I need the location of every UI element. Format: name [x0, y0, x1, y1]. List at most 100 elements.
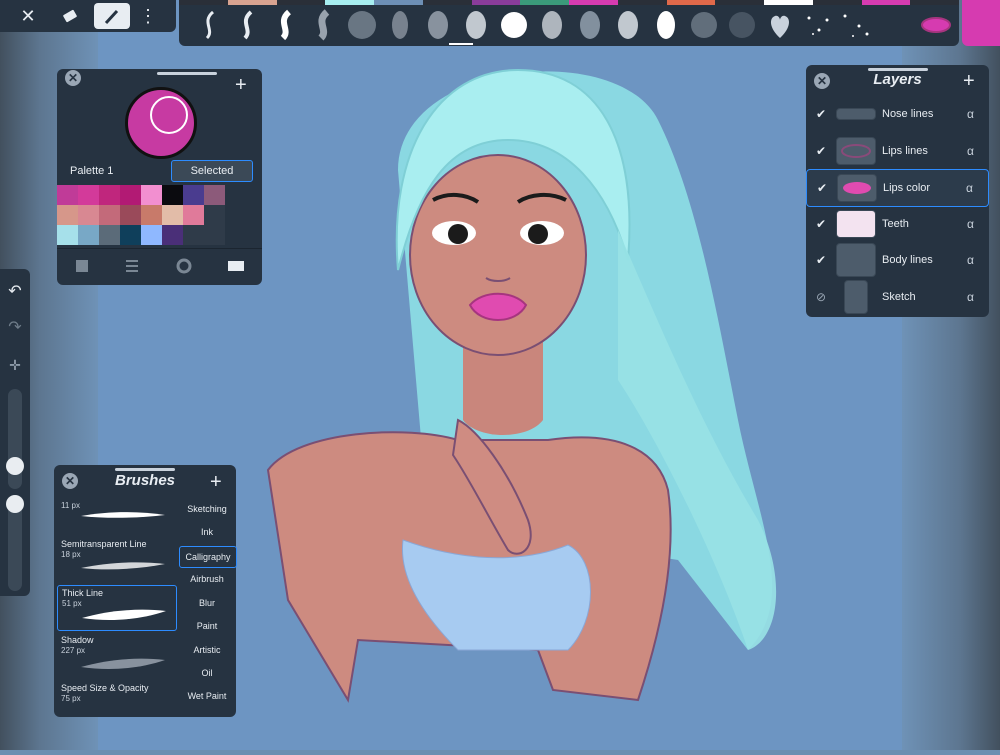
brush-preset-thumb[interactable]: [269, 8, 303, 42]
visibility-check-icon[interactable]: ✔: [807, 181, 837, 195]
palette-swatch[interactable]: [141, 185, 162, 205]
palette-swatch[interactable]: [141, 205, 162, 225]
brush-preset-thumb[interactable]: [345, 8, 379, 42]
palette-swatch[interactable]: [162, 205, 183, 225]
palette-swatch[interactable]: [162, 185, 183, 205]
palette-swatch[interactable]: [183, 205, 204, 225]
brush-preset-thumb[interactable]: [611, 8, 645, 42]
plus-icon: +: [210, 471, 222, 493]
brush-category-selected[interactable]: Calligraphy: [179, 546, 237, 568]
palette-swatch[interactable]: [57, 225, 78, 245]
close-color-panel-button[interactable]: ✕: [65, 70, 81, 86]
current-color-swatch[interactable]: [962, 0, 1000, 46]
eraser-button[interactable]: [52, 3, 88, 29]
brush-item-selected[interactable]: Thick Line 51 px: [57, 585, 177, 631]
palette-swatch[interactable]: [78, 225, 99, 245]
palette-swatch[interactable]: [120, 205, 141, 225]
brush-category[interactable]: Airbrush: [179, 569, 235, 589]
visibility-check-icon[interactable]: ✔: [806, 107, 836, 121]
hidden-eye-icon[interactable]: ⊘: [806, 290, 836, 304]
brush-preset-thumb[interactable]: [573, 8, 607, 42]
brush-preset-thumb[interactable]: [687, 8, 721, 42]
alpha-lock-icon[interactable]: α: [967, 144, 989, 158]
brush-preset-thumb[interactable]: [231, 8, 265, 42]
palette-swatch[interactable]: [78, 185, 99, 205]
brush-preset-thumb[interactable]: [649, 8, 683, 42]
brush-category[interactable]: Artistic: [179, 640, 235, 660]
tab-grid[interactable]: [227, 259, 244, 278]
visibility-check-icon[interactable]: ✔: [806, 217, 836, 231]
brush-preset-thumb[interactable]: [421, 8, 455, 42]
brush-tool-button[interactable]: [94, 3, 130, 29]
brush-preset-thumb[interactable]: [919, 8, 953, 42]
palette-swatch[interactable]: [57, 205, 78, 225]
tab-square[interactable]: [75, 259, 89, 278]
tab-wheel[interactable]: [176, 258, 192, 279]
undo-button[interactable]: ↶: [5, 281, 25, 301]
palette-swatch[interactable]: [120, 185, 141, 205]
layer-row-selected[interactable]: ✔ Lips color α: [806, 169, 989, 207]
brush-category[interactable]: Paint: [179, 616, 235, 636]
brush-preset-thumb[interactable]: [497, 8, 531, 42]
brush-item[interactable]: 11 px: [57, 495, 175, 539]
visibility-check-icon[interactable]: ✔: [806, 144, 836, 158]
panel-grabber[interactable]: [115, 468, 175, 471]
brush-preset-thumb[interactable]: [725, 8, 759, 42]
add-brush-button[interactable]: +: [210, 471, 222, 494]
brush-category[interactable]: Sketching: [179, 499, 235, 519]
more-button[interactable]: ⋮: [138, 3, 158, 29]
alpha-lock-icon[interactable]: α: [966, 181, 988, 195]
brush-preset-thumb[interactable]: [459, 8, 493, 42]
palette-swatch[interactable]: [204, 185, 225, 205]
redo-button[interactable]: ↷: [5, 317, 25, 337]
palette-swatch[interactable]: [57, 185, 78, 205]
opacity-knob[interactable]: [6, 495, 24, 513]
alpha-lock-icon[interactable]: α: [967, 217, 989, 231]
layer-row[interactable]: ⊘ Sketch α: [806, 279, 989, 315]
alpha-lock-icon[interactable]: α: [967, 253, 989, 267]
brush-category[interactable]: Blur: [179, 593, 235, 613]
brush-preset-thumb[interactable]: [383, 8, 417, 42]
close-button[interactable]: ✕: [10, 3, 46, 29]
layer-row[interactable]: ✔ Lips lines α: [806, 133, 989, 169]
palette-swatch[interactable]: [99, 185, 120, 205]
brush-preset-thumb[interactable]: [535, 8, 569, 42]
brush-preset-thumb[interactable]: [801, 8, 835, 42]
layer-row[interactable]: ✔ Teeth α: [806, 206, 989, 242]
add-layer-button[interactable]: +: [963, 70, 975, 93]
palette-selected-button[interactable]: Selected: [171, 160, 253, 182]
color-picker-handle[interactable]: [150, 96, 188, 134]
brush-preset-thumb[interactable]: [763, 8, 797, 42]
alpha-lock-icon[interactable]: α: [967, 107, 989, 121]
palette-swatch[interactable]: [162, 225, 183, 245]
palette-swatch[interactable]: [204, 225, 225, 245]
brush-category[interactable]: Wet Paint: [179, 686, 235, 706]
transform-button[interactable]: ✛: [5, 355, 25, 375]
tab-list[interactable]: [125, 259, 139, 278]
palette-swatch[interactable]: [183, 185, 204, 205]
palette-swatch[interactable]: [141, 225, 162, 245]
palette-swatch[interactable]: [183, 225, 204, 245]
panel-grabber[interactable]: [157, 72, 217, 75]
alpha-lock-icon[interactable]: α: [967, 290, 989, 304]
visibility-check-icon[interactable]: ✔: [806, 253, 836, 267]
layer-row[interactable]: ✔ Nose lines α: [806, 96, 989, 132]
palette-swatch[interactable]: [99, 205, 120, 225]
brush-item[interactable]: Shadow 227 px: [57, 633, 175, 677]
brush-category[interactable]: Ink: [179, 522, 235, 542]
layers-title: Layers: [873, 71, 922, 88]
brush-preset-thumb[interactable]: [307, 8, 341, 42]
palette-swatch[interactable]: [120, 225, 141, 245]
palette-swatch[interactable]: [99, 225, 120, 245]
add-color-button[interactable]: +: [235, 74, 247, 97]
layer-row[interactable]: ✔ Body lines α: [806, 242, 989, 278]
brush-item[interactable]: Semitransparent Line 18 px: [57, 537, 175, 581]
brush-size-knob[interactable]: [6, 457, 24, 475]
brush-preset-thumb[interactable]: [839, 8, 873, 42]
brush-category[interactable]: Oil: [179, 663, 235, 683]
palette-swatch[interactable]: [78, 205, 99, 225]
color-wheel-preview[interactable]: [125, 87, 197, 159]
brush-preset-thumb[interactable]: [193, 8, 227, 42]
palette-swatch[interactable]: [204, 205, 225, 225]
brush-item[interactable]: Speed Size & Opacity 75 px: [57, 681, 175, 725]
